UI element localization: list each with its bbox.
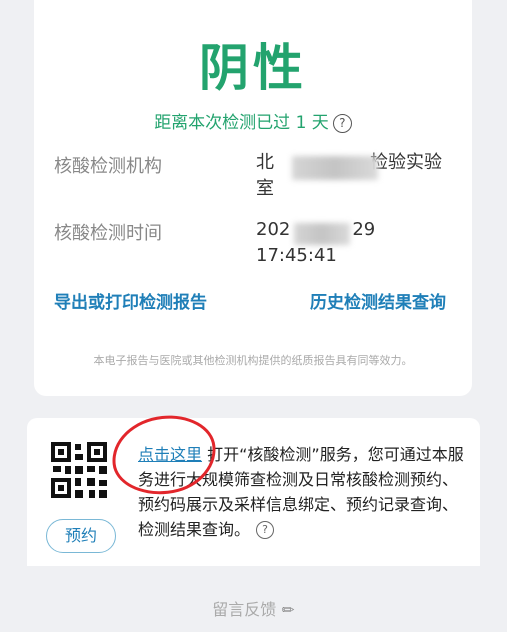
time-since-test: 距离本次检测已过 1 天? xyxy=(34,108,472,133)
disclaimer-text: 本电子报告与医院或其他检测机构提供的纸质报告具有同等效力。 xyxy=(93,354,413,367)
booking-card: 预约 点击这里 打开“核酸检测”服务，您可通过本服务进行大规模筛查检测及日常核酸… xyxy=(27,418,480,566)
pen-icon: ✎ xyxy=(277,599,300,621)
result-card: 阴性 距离本次检测已过 1 天? 核酸检测机构 北 检验实验 室 核酸检测时间 2… xyxy=(34,0,472,396)
qr-code-icon[interactable] xyxy=(51,442,107,498)
export-report-link[interactable]: 导出或打印检测报告 xyxy=(54,288,207,313)
feedback-label[interactable]: 留言反馈 xyxy=(212,600,276,619)
test-time-label: 核酸检测时间 xyxy=(54,223,162,244)
test-time-start: 202 xyxy=(256,219,291,240)
institution-value-line2: 室 xyxy=(256,178,274,199)
help-icon[interactable]: ? xyxy=(332,114,352,133)
institution-value-start: 北 xyxy=(256,152,274,173)
redaction-blur xyxy=(292,156,378,180)
redaction-blur xyxy=(294,223,350,245)
feedback-link[interactable]: 留言反馈✎ xyxy=(0,596,507,621)
test-result-status: 阴性 xyxy=(199,39,307,97)
institution-label: 核酸检测机构 xyxy=(54,156,162,177)
history-results-link[interactable]: 历史检测结果查询 xyxy=(310,288,446,313)
help-icon[interactable]: ? xyxy=(256,521,275,539)
book-button[interactable]: 预约 xyxy=(46,519,116,553)
time-since-text: 距离本次检测已过 1 天 xyxy=(154,113,329,133)
test-time-value: 202 29 17:45:41 xyxy=(256,217,456,269)
institution-value-end: 检验实验 xyxy=(370,152,442,173)
